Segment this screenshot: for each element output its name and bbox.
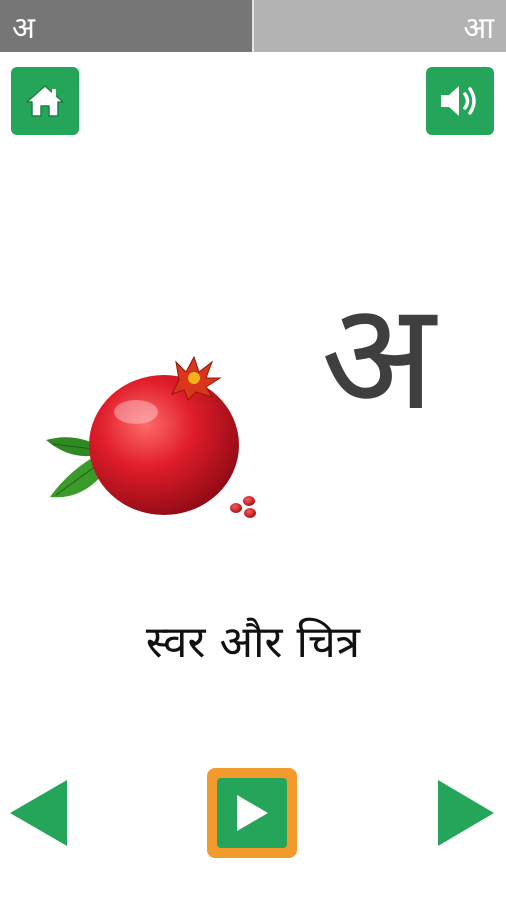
sound-button[interactable]: [426, 67, 494, 135]
tab-bar: अ आ: [0, 0, 506, 52]
home-button[interactable]: [11, 67, 79, 135]
tab-next-letter[interactable]: आ: [252, 0, 506, 52]
pomegranate-illustration: [46, 355, 256, 518]
tab-current-letter[interactable]: अ: [0, 0, 252, 52]
previous-button[interactable]: [10, 780, 68, 846]
caption-text: स्वर और चित्र: [145, 617, 361, 668]
hindi-letter: अ: [320, 270, 436, 444]
play-button[interactable]: [207, 768, 297, 858]
triangle-right-icon: [438, 780, 494, 846]
speaker-icon: [441, 86, 476, 116]
home-icon: [26, 85, 64, 117]
next-button[interactable]: [437, 780, 495, 846]
play-icon: [237, 795, 268, 831]
triangle-left-icon: [10, 780, 67, 846]
play-button-inner: [217, 778, 287, 848]
